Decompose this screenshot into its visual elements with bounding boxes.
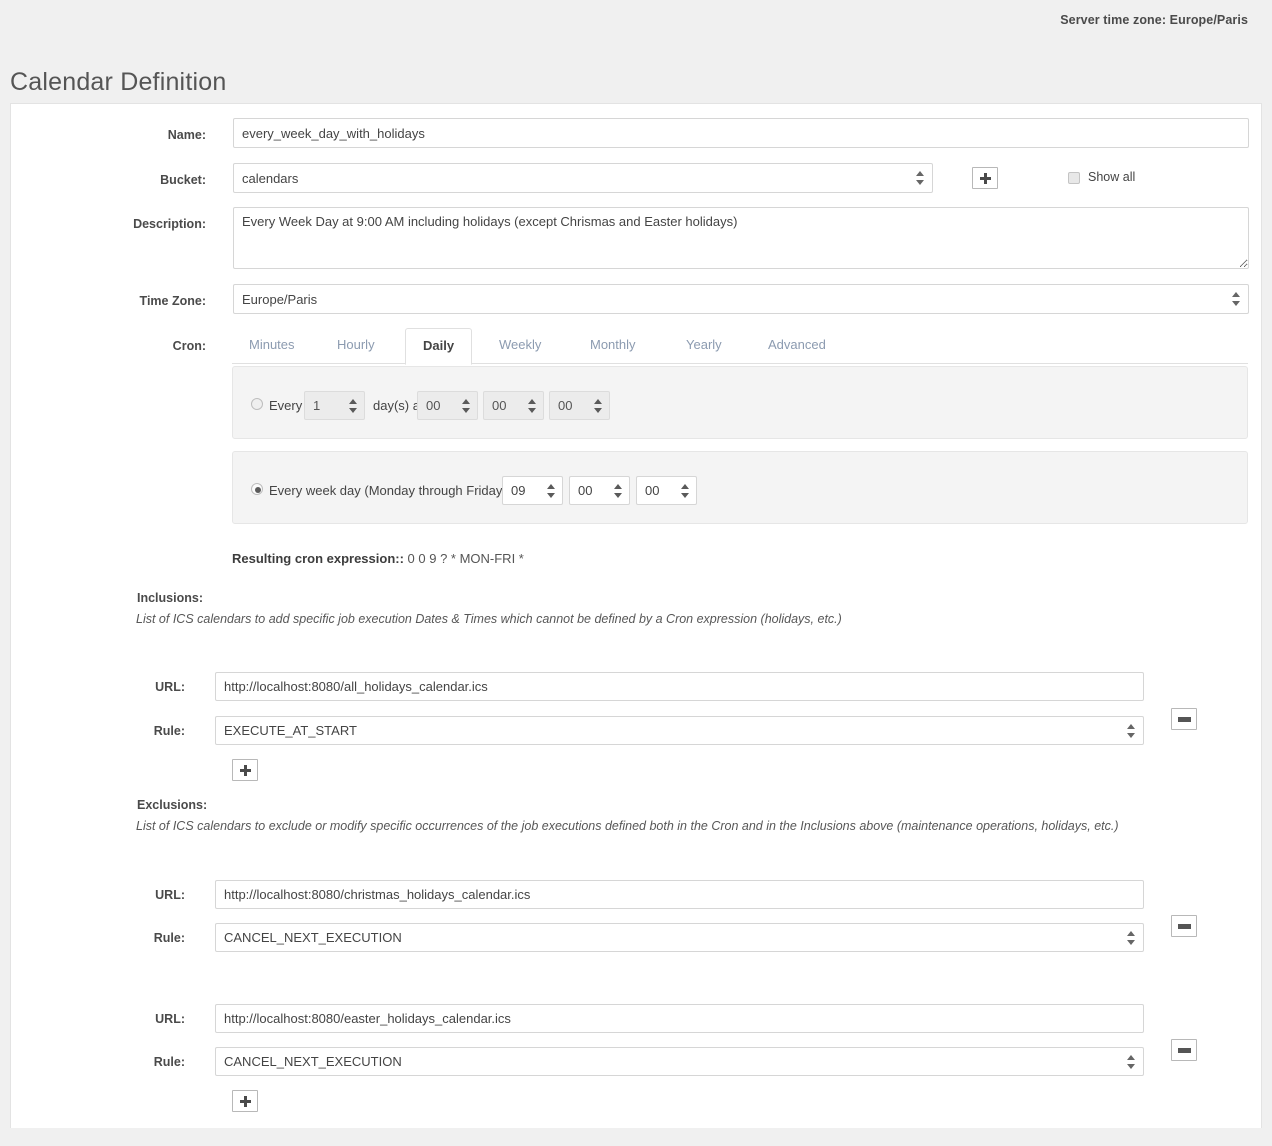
week-day-hour-spinner[interactable]: 09 bbox=[502, 476, 563, 505]
cron-expression-result-value: 0 0 9 ? * MON-FRI * bbox=[407, 551, 524, 566]
show-all-label: Show all bbox=[1088, 170, 1136, 184]
inclusion-url-label-0: URL: bbox=[155, 680, 185, 694]
inclusion-rule-value-0: EXECUTE_AT_START bbox=[224, 723, 357, 738]
remove-inclusion-button-0[interactable] bbox=[1171, 708, 1197, 730]
remove-exclusion-button-1[interactable] bbox=[1171, 1039, 1197, 1061]
timezone-select-value: Europe/Paris bbox=[242, 291, 318, 307]
add-inclusion-button[interactable] bbox=[232, 759, 258, 781]
every-days-second-spinner[interactable]: 00 bbox=[549, 391, 610, 420]
name-label: Name: bbox=[167, 128, 206, 142]
timezone-select[interactable]: Europe/Paris bbox=[233, 284, 1249, 314]
cron-label: Cron: bbox=[172, 339, 206, 353]
timezone-label: Time Zone: bbox=[139, 294, 206, 308]
exclusion-rule-label-1: Rule: bbox=[153, 1055, 185, 1069]
name-input[interactable] bbox=[233, 118, 1249, 148]
tab-hourly[interactable]: Hourly bbox=[320, 328, 392, 364]
every-days-prefix-label: Every bbox=[269, 398, 303, 413]
week-day-hour-value: 09 bbox=[511, 483, 526, 498]
minus-icon bbox=[1177, 1047, 1191, 1053]
tab-advanced[interactable]: Advanced bbox=[751, 328, 843, 364]
bucket-label: Bucket: bbox=[160, 173, 206, 187]
tab-daily[interactable]: Daily bbox=[405, 328, 473, 365]
cron-tabbar: Minutes Hourly Daily Weekly Monthly Year… bbox=[232, 328, 1248, 365]
exclusion-url-label-1: URL: bbox=[155, 1012, 185, 1026]
inclusions-label: Inclusions: bbox=[137, 591, 203, 605]
every-days-middle-label: day(s) at bbox=[373, 398, 424, 413]
exclusion-rule-label-0: Rule: bbox=[153, 931, 185, 945]
inclusion-rule-label-0: Rule: bbox=[153, 724, 185, 738]
exclusion-rule-value-1: CANCEL_NEXT_EXECUTION bbox=[224, 1054, 402, 1069]
exclusion-rule-select-1[interactable]: CANCEL_NEXT_EXECUTION bbox=[215, 1047, 1144, 1076]
tab-weekly[interactable]: Weekly bbox=[482, 328, 558, 364]
minus-icon bbox=[1177, 923, 1191, 929]
radio-every-days[interactable] bbox=[251, 398, 263, 410]
plus-icon bbox=[979, 172, 991, 184]
exclusion-rule-value-0: CANCEL_NEXT_EXECUTION bbox=[224, 930, 402, 945]
exclusions-label: Exclusions: bbox=[137, 798, 208, 812]
every-week-day-label: Every week day (Monday through Friday) a… bbox=[269, 483, 522, 498]
cron-option-every-days: Every 1 day(s) at 00 00 00 bbox=[232, 366, 1248, 439]
plus-icon bbox=[239, 764, 251, 776]
cron-expression-result: Resulting cron expression:: 0 0 9 ? * MO… bbox=[232, 551, 524, 566]
minus-icon bbox=[1177, 716, 1191, 722]
week-day-minute-spinner[interactable]: 00 bbox=[569, 476, 630, 505]
tab-yearly[interactable]: Yearly bbox=[669, 328, 739, 364]
every-days-minute-spinner[interactable]: 00 bbox=[483, 391, 544, 420]
server-timezone-label: Server time zone: Europe/Paris bbox=[1060, 13, 1248, 27]
page-title: Calendar Definition bbox=[10, 68, 227, 96]
every-days-count-value: 1 bbox=[313, 398, 321, 413]
inclusion-url-input-0[interactable] bbox=[215, 672, 1144, 701]
bucket-select-value: calendars bbox=[242, 170, 299, 186]
inclusion-rule-select-0[interactable]: EXECUTE_AT_START bbox=[215, 716, 1144, 745]
remove-exclusion-button-0[interactable] bbox=[1171, 915, 1197, 937]
description-textarea[interactable] bbox=[233, 207, 1249, 269]
tab-monthly[interactable]: Monthly bbox=[573, 328, 653, 364]
add-bucket-button[interactable] bbox=[972, 167, 998, 189]
add-exclusion-button[interactable] bbox=[232, 1090, 258, 1112]
exclusion-url-input-0[interactable] bbox=[215, 880, 1144, 909]
week-day-minute-value: 00 bbox=[578, 483, 593, 498]
every-days-hour-spinner[interactable]: 00 bbox=[417, 391, 478, 420]
show-all-checkbox[interactable] bbox=[1068, 172, 1080, 184]
cron-expression-result-label: Resulting cron expression:: bbox=[232, 551, 404, 566]
bucket-select[interactable]: calendars bbox=[233, 163, 933, 193]
week-day-second-value: 00 bbox=[645, 483, 660, 498]
description-label: Description: bbox=[133, 217, 206, 231]
exclusion-url-input-1[interactable] bbox=[215, 1004, 1144, 1033]
radio-every-week-day[interactable] bbox=[251, 483, 263, 495]
every-days-second-value: 00 bbox=[558, 398, 573, 413]
exclusion-url-label-0: URL: bbox=[155, 888, 185, 902]
exclusion-rule-select-0[interactable]: CANCEL_NEXT_EXECUTION bbox=[215, 923, 1144, 952]
every-days-hour-value: 00 bbox=[426, 398, 441, 413]
cron-option-week-day: Every week day (Monday through Friday) a… bbox=[232, 451, 1248, 524]
week-day-second-spinner[interactable]: 00 bbox=[636, 476, 697, 505]
every-days-count-spinner[interactable]: 1 bbox=[304, 391, 365, 420]
inclusions-help-text: List of ICS calendars to add specific jo… bbox=[136, 612, 842, 626]
tab-minutes[interactable]: Minutes bbox=[232, 328, 312, 364]
plus-icon bbox=[239, 1095, 251, 1107]
every-days-minute-value: 00 bbox=[492, 398, 507, 413]
exclusions-help-text: List of ICS calendars to exclude or modi… bbox=[136, 819, 1119, 833]
